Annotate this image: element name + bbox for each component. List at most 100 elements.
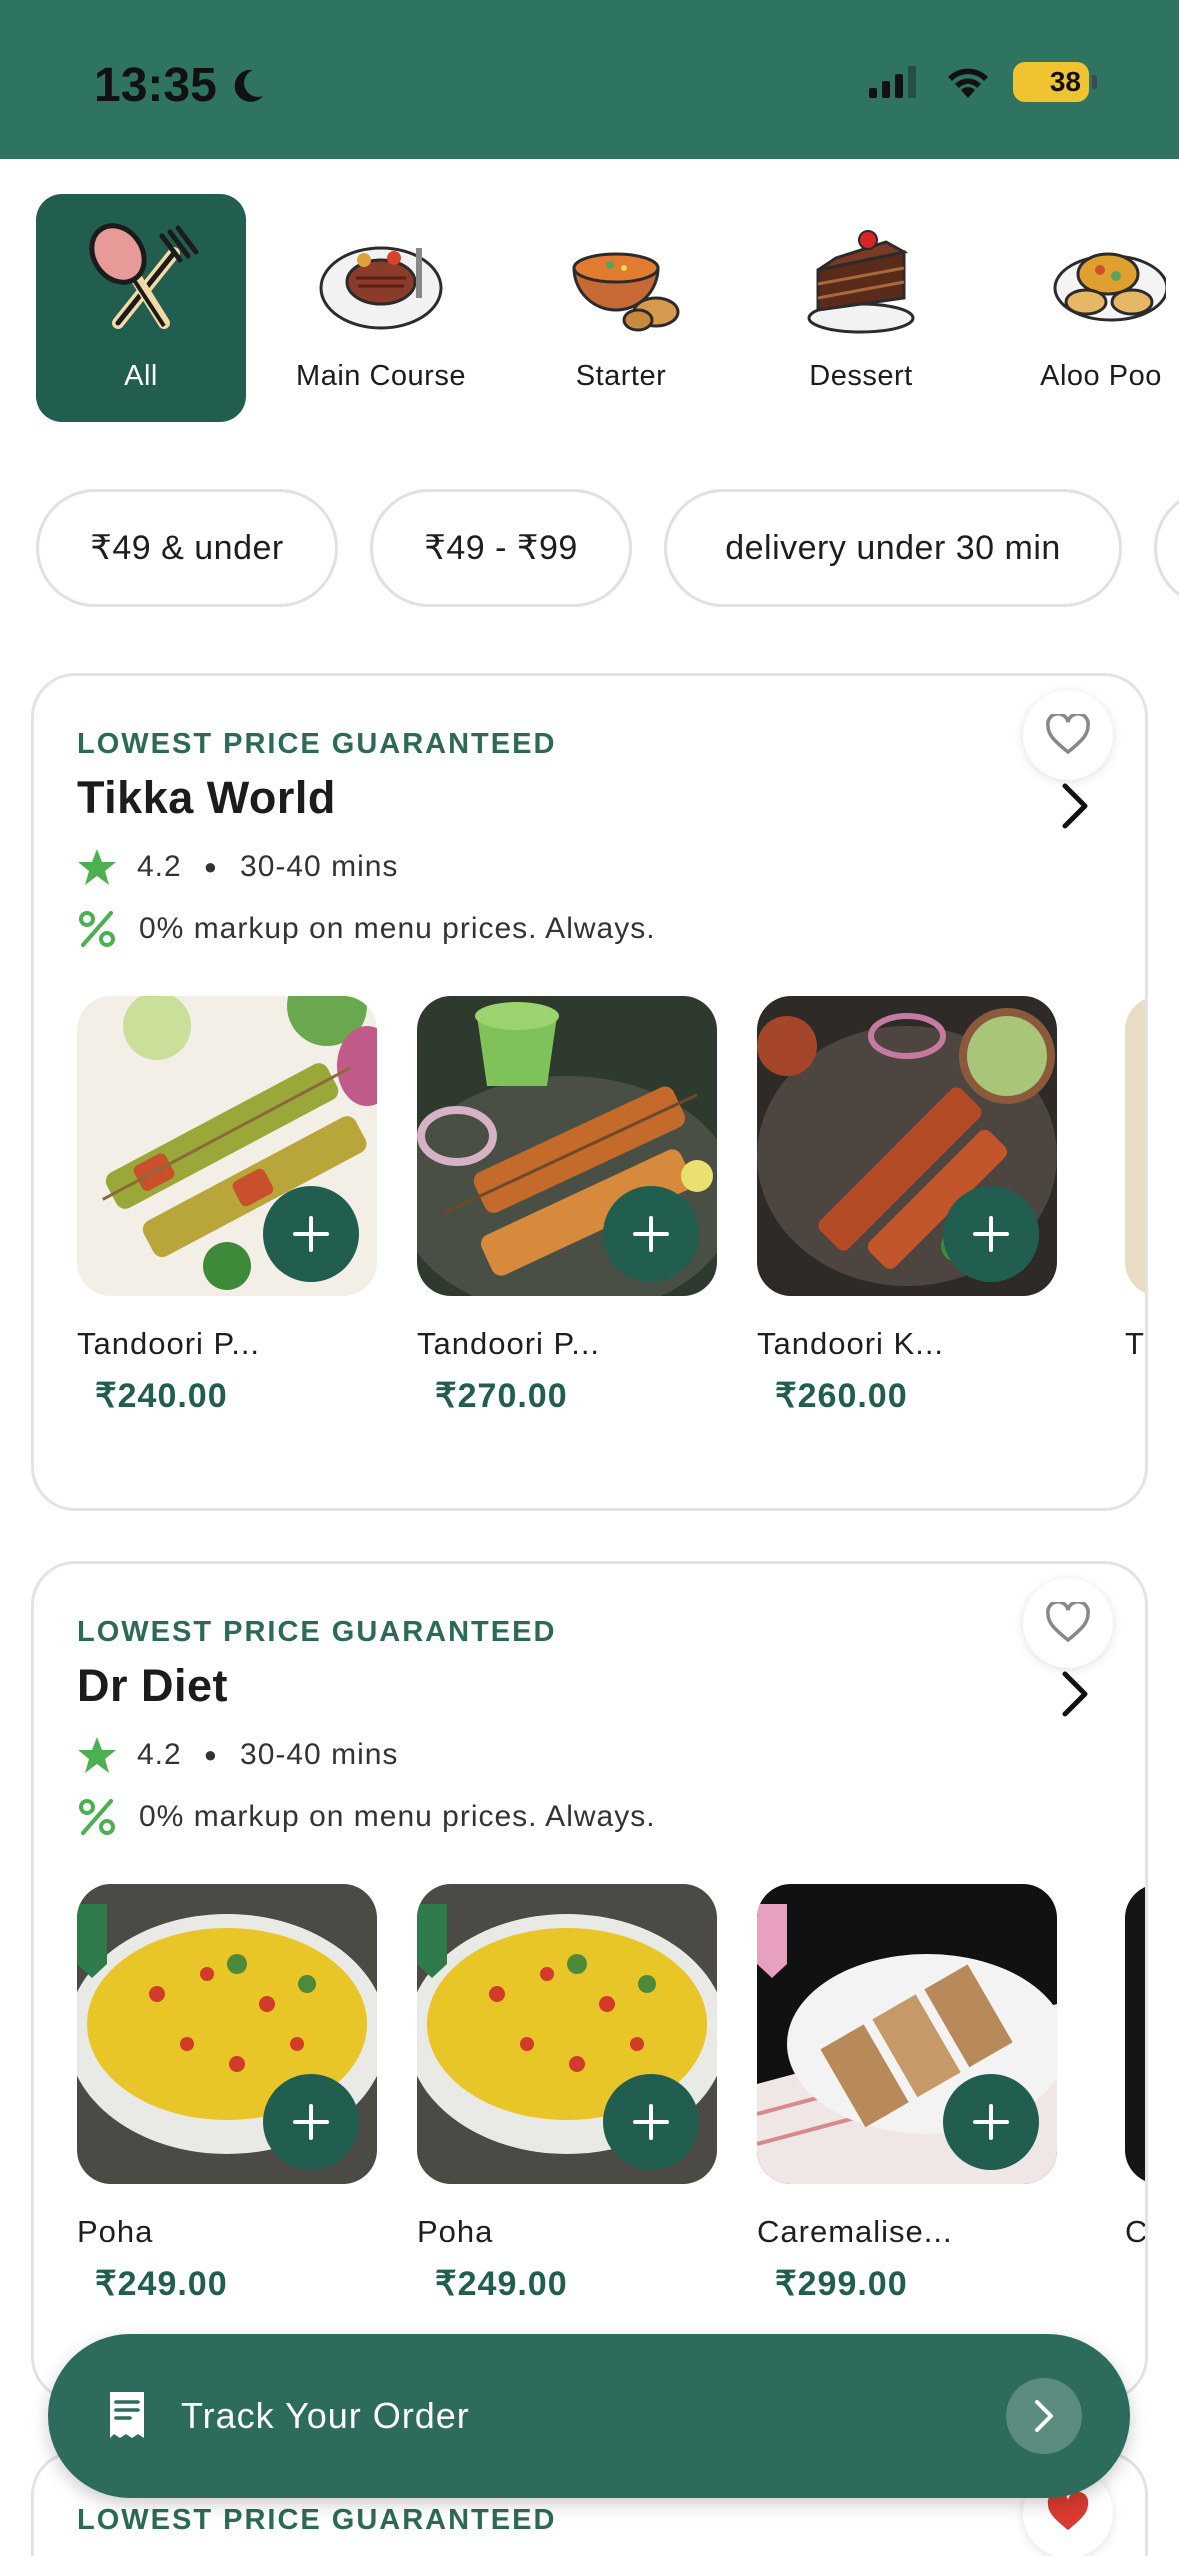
rating-value: 4.2 [137,1738,182,1771]
favorite-button[interactable] [1023,1578,1113,1668]
item-price: ₹249.00 [435,2265,568,2303]
item-name: Poha [417,2214,494,2249]
add-to-cart-button[interactable] [263,2074,359,2170]
add-to-cart-button[interactable] [263,1186,359,1282]
category-label: Aloo Poo [1040,360,1162,392]
chip-label: ₹49 - ₹99 [424,529,578,567]
plus-icon [633,2104,669,2140]
track-order-bar[interactable]: Track Your Order [48,2334,1130,2498]
price-guarantee-tag: LOWEST PRICE GUARANTEED [77,728,557,760]
food-image [1125,1884,1145,2184]
chevron-right-icon[interactable] [1055,780,1095,832]
plus-icon [293,2104,329,2140]
restaurant-meta: 4.2 ● 30-40 mins [77,1735,398,1775]
wifi-icon [948,68,988,98]
category-all[interactable]: All [36,194,246,422]
markup-note: 0% markup on menu prices. Always. [77,909,656,949]
status-icons: 38 [867,62,1097,102]
battery-level: 38 [1049,66,1081,97]
delivery-time: 30-40 mins [240,850,399,883]
star-icon [78,1737,116,1773]
steak-plate-icon [319,246,443,330]
restaurant-card[interactable]: LOWEST PRICE GUARANTEED Dr Diet 4.2 ● 30… [31,1561,1148,2401]
menu-item-partial[interactable]: C [1125,1884,1145,2249]
menu-item[interactable]: Caremalise... ₹299.00 [757,1884,1057,2303]
item-price: ₹260.00 [775,1377,908,1415]
category-label: All [124,360,158,392]
markup-note: 0% markup on menu prices. Always. [77,1797,656,1837]
plus-icon [973,2104,1009,2140]
item-name: Poha [77,2214,154,2249]
category-label: Main Course [296,360,466,392]
add-to-cart-button[interactable] [943,1186,1039,1282]
chevron-right-icon[interactable] [1055,1668,1095,1720]
status-bar: 13:35 38 [0,0,1179,159]
plus-icon [973,1216,1009,1252]
aloo-poori-icon [1053,252,1166,322]
food-image [1125,996,1145,1296]
category-dessert[interactable]: Dessert [756,194,966,422]
price-guarantee-tag: LOWEST PRICE GUARANTEED [77,1616,557,1648]
item-name: Tandoori P... [77,1326,261,1361]
menu-item[interactable]: Tandoori P... ₹240.00 [77,996,377,1415]
status-time: 13:35 [94,58,267,113]
food-image [417,996,717,1296]
filter-chip-delivery-30[interactable]: delivery under 30 min [664,489,1122,607]
restaurant-meta: 4.2 ● 30-40 mins [77,847,398,887]
separator-dot: ● [203,1742,219,1767]
menu-items-row: Poha ₹249.00 Poha ₹249.00 Caremalise... … [77,1884,1145,2324]
menu-item[interactable]: Tandoori P... ₹270.00 [417,996,717,1415]
category-aloo-poori[interactable]: Aloo Poo [996,194,1179,422]
price-guarantee-tag: LOWEST PRICE GUARANTEED [77,2504,557,2536]
menu-item[interactable]: Poha ₹249.00 [417,1884,717,2303]
heart-outline-icon [1046,714,1090,755]
percent-icon [79,911,115,947]
markup-text: 0% markup on menu prices. Always. [139,912,656,945]
menu-item[interactable]: Tandoori K... ₹260.00 [757,996,1057,1415]
add-to-cart-button[interactable] [603,2074,699,2170]
heart-filled-icon [1047,2492,1089,2530]
cake-slice-icon [807,230,915,334]
filter-chip-49-under[interactable]: ₹49 & under [36,489,338,607]
restaurant-name: Tikka World [77,772,336,823]
chip-label: ₹49 & under [90,529,284,567]
chevron-right-icon [1035,2400,1053,2432]
item-name: C [1125,2214,1148,2249]
plus-icon [633,1216,669,1252]
category-strip: All Main Course Starter Dessert Aloo Poo [0,194,1179,424]
filter-chip-49-99[interactable]: ₹49 - ₹99 [370,489,632,607]
category-main-course[interactable]: Main Course [276,194,486,422]
food-image [77,1884,377,2184]
menu-item[interactable]: Poha ₹249.00 [77,1884,377,2303]
separator-dot: ● [203,854,219,879]
item-price: ₹249.00 [95,2265,228,2303]
favorite-button[interactable] [1023,690,1113,780]
item-price: ₹299.00 [775,2265,908,2303]
plus-icon [293,1216,329,1252]
food-image [757,1884,1057,2184]
filter-chips: ₹49 & under ₹49 - ₹99 delivery under 30 … [0,489,1179,609]
category-starter[interactable]: Starter [516,194,726,422]
category-label: Dessert [809,360,913,392]
star-icon [78,849,116,885]
item-name: T [1125,1326,1145,1361]
food-image [77,996,377,1296]
restaurant-card[interactable]: LOWEST PRICE GUARANTEED Tikka World 4.2 … [31,673,1148,1511]
track-order-go-button[interactable] [1006,2378,1082,2454]
item-name: Tandoori P... [417,1326,601,1361]
add-to-cart-button[interactable] [943,2074,1039,2170]
food-image [417,1884,717,2184]
filter-chip-more[interactable] [1154,489,1179,607]
add-to-cart-button[interactable] [603,1186,699,1282]
food-image [757,996,1057,1296]
track-order-label: Track Your Order [181,2395,470,2436]
delivery-time: 30-40 mins [240,1738,399,1771]
item-name: Tandoori K... [757,1326,945,1361]
moon-icon [234,69,263,102]
menu-item-partial[interactable]: T [1125,996,1145,1361]
item-price: ₹270.00 [435,1377,568,1415]
percent-icon [79,1799,115,1835]
receipt-icon [110,2392,144,2438]
restaurant-name: Dr Diet [77,1660,229,1711]
menu-items-row: Tandoori P... ₹240.00 Tandoori P... ₹270… [77,996,1145,1436]
